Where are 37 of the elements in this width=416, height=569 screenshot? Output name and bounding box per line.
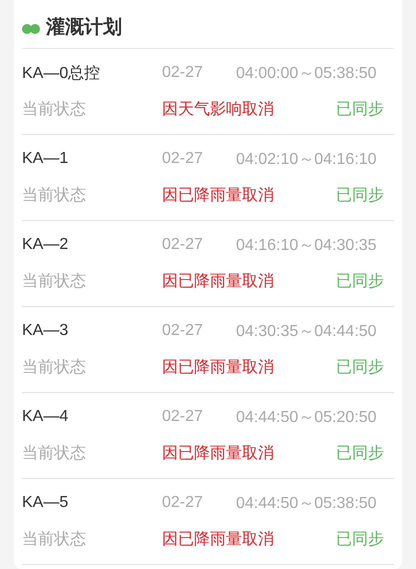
sync-status: 已同步 [336, 530, 385, 550]
status-label: 当前状态 [22, 530, 86, 550]
sync-status: 已同步 [336, 358, 385, 378]
status-label: 当前状态 [22, 186, 86, 206]
sync-status: 已同步 [336, 186, 385, 206]
plan-time-range: 04:16:10～04:30:35 [236, 236, 377, 256]
section-title: 灌溉计划 [46, 15, 122, 40]
plan-name: KA—3 [22, 322, 70, 340]
status-text: 因已降雨量取消 [162, 530, 274, 550]
status-text: 因已降雨量取消 [162, 186, 274, 206]
status-label: 当前状态 [22, 358, 86, 378]
sync-status: 已同步 [336, 444, 385, 464]
plan-date: 02-27 [162, 494, 203, 512]
plan-name: KA—0总控 [22, 64, 102, 84]
plan-time-range: 04:44:50～05:38:50 [236, 494, 377, 514]
status-label: 当前状态 [22, 100, 86, 120]
plan-date: 02-27 [162, 322, 203, 340]
plan-name: KA—4 [22, 408, 70, 426]
plan-name: KA—2 [22, 236, 70, 254]
status-label: 当前状态 [22, 444, 86, 464]
plan-name: KA—5 [22, 494, 70, 512]
sync-status: 已同步 [336, 100, 385, 120]
plan-time-range: 04:30:35～04:44:50 [236, 322, 377, 342]
plan-date: 02-27 [162, 64, 203, 82]
plan-date: 02-27 [162, 236, 203, 254]
status-label: 当前状态 [22, 272, 86, 292]
status-text: 因已降雨量取消 [162, 444, 274, 464]
plan-name: KA—1 [22, 150, 70, 168]
status-text: 因已降雨量取消 [162, 272, 274, 292]
plan-time-range: 04:00:00～05:38:50 [236, 64, 377, 84]
plan-date: 02-27 [162, 408, 203, 426]
plan-time-range: 04:02:10～04:16:10 [236, 150, 377, 170]
plan-time-range: 04:44:50～05:20:50 [236, 408, 377, 428]
status-text: 因天气影响取消 [162, 100, 274, 120]
status-text: 因已降雨量取消 [162, 358, 274, 378]
sync-status: 已同步 [336, 272, 385, 292]
plan-date: 02-27 [162, 150, 203, 168]
